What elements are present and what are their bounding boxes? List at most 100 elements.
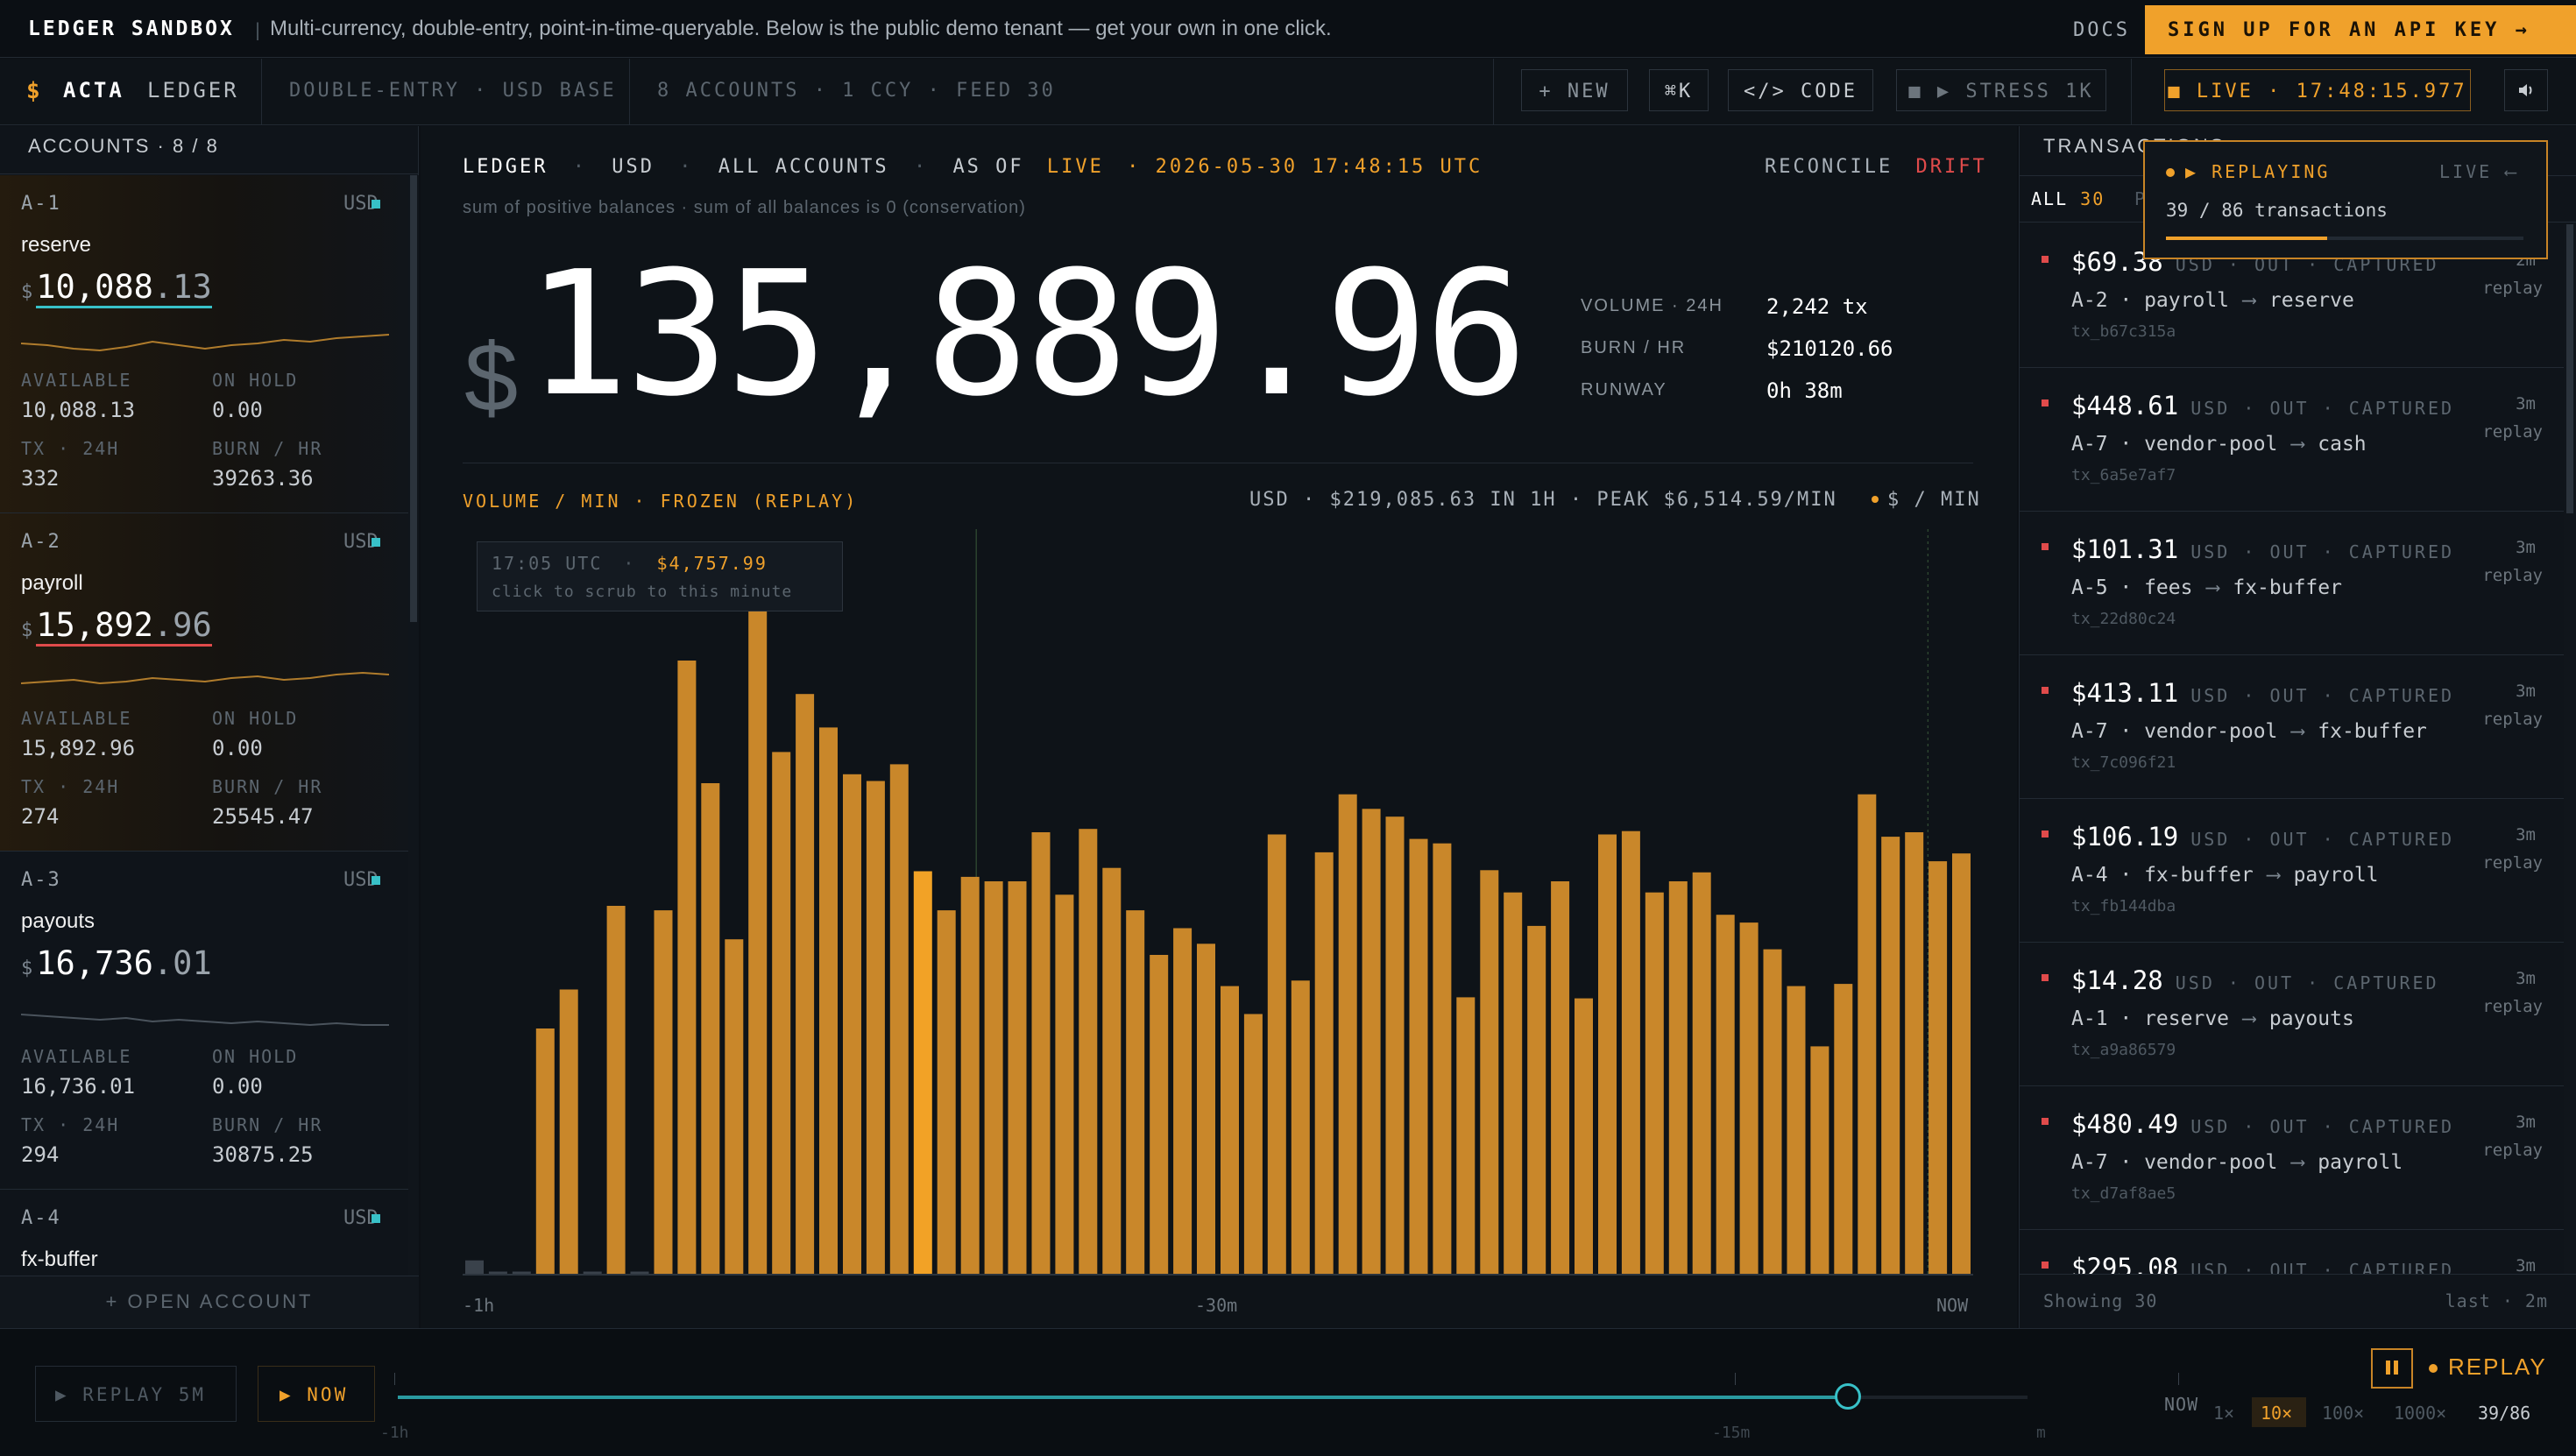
chart-bar[interactable]	[1834, 984, 1853, 1274]
chart-bar[interactable]	[1433, 843, 1452, 1274]
filter-all[interactable]: ALL 30	[2031, 188, 2105, 209]
chart-bar[interactable]	[1291, 980, 1310, 1274]
chart-bar[interactable]	[1221, 986, 1239, 1274]
chart-bar[interactable]	[1338, 794, 1357, 1274]
scrollbar-track[interactable]	[2564, 224, 2576, 1274]
scrollbar-track[interactable]	[408, 175, 419, 1279]
speed-100x[interactable]: 100×	[2322, 1403, 2364, 1424]
chart-bar[interactable]	[488, 1271, 507, 1275]
live-indicator[interactable]: LIVE	[1047, 156, 1104, 178]
chart-bar[interactable]	[1267, 834, 1286, 1275]
command-palette-button[interactable]: ⌘K	[1649, 69, 1709, 111]
chart-bar[interactable]	[889, 764, 909, 1274]
pause-icon[interactable]	[2371, 1348, 2413, 1389]
signup-api-key-button[interactable]: SIGN UP FOR AN API KEY →	[2145, 5, 2576, 54]
chart-bar[interactable]	[1031, 832, 1051, 1274]
chart-bar[interactable]	[654, 910, 673, 1274]
transaction-row[interactable]: $448.61 USD · OUT · CAPTURED A-7 · vendor…	[2019, 368, 2564, 512]
scrollbar-thumb[interactable]	[410, 175, 417, 622]
chart-bar[interactable]	[1952, 853, 1971, 1274]
chart-bar[interactable]	[1810, 1046, 1829, 1274]
chart-bar[interactable]	[1504, 892, 1523, 1274]
chart-bar[interactable]	[1055, 894, 1074, 1274]
chart-bar[interactable]	[1126, 910, 1145, 1274]
transaction-row[interactable]: $480.49 USD · OUT · CAPTURED A-7 · vendor…	[2019, 1086, 2564, 1230]
chart-bar[interactable]	[1385, 816, 1405, 1274]
code-button[interactable]: </> CODE	[1728, 69, 1873, 111]
chart-bar[interactable]	[913, 871, 932, 1275]
transaction-row[interactable]: $413.11 USD · OUT · CAPTURED A-7 · vendor…	[2019, 655, 2564, 799]
chart-bar[interactable]	[1598, 834, 1617, 1275]
chart-bar[interactable]	[1527, 925, 1546, 1274]
live-clock-button[interactable]: ■ LIVE · 17:48:15.977	[2164, 69, 2471, 111]
chart-bar[interactable]	[1575, 998, 1593, 1274]
chart-bar[interactable]	[1173, 928, 1192, 1275]
chart-bar[interactable]	[1150, 955, 1169, 1274]
chart-bar[interactable]	[1881, 837, 1900, 1274]
chart-bar[interactable]	[1480, 870, 1499, 1274]
chart-bar[interactable]	[1645, 892, 1664, 1274]
chart-bar[interactable]	[1314, 852, 1334, 1274]
scrollbar-thumb[interactable]	[2566, 224, 2573, 513]
open-account-button[interactable]: + OPEN ACCOUNT	[0, 1276, 419, 1328]
chart-bar[interactable]	[1079, 829, 1098, 1274]
account-card-a4[interactable]: A-4 USD fx-buffer	[0, 1190, 408, 1276]
chart-bar[interactable]	[843, 774, 861, 1274]
chart-bar[interactable]	[960, 876, 980, 1274]
chart-bar[interactable]	[701, 783, 720, 1274]
chart-bar[interactable]	[1621, 830, 1640, 1274]
back-to-live-button[interactable]: LIVE ⟵	[2439, 161, 2518, 182]
chart-bar[interactable]	[748, 593, 768, 1274]
chart-bar[interactable]	[1905, 832, 1924, 1274]
chart-bar[interactable]	[1763, 949, 1782, 1274]
transaction-row[interactable]: $295.08 USD · OUT · CAPTURED 3m	[2019, 1230, 2564, 1274]
account-card-a2[interactable]: A-2 USD payroll $15,892.96 AVAILABLE ON …	[0, 513, 408, 852]
chart-bar[interactable]	[772, 752, 791, 1274]
chart-bar[interactable]	[1008, 881, 1027, 1274]
chart-bar[interactable]	[535, 1028, 555, 1274]
reconcile-status[interactable]: RECONCILE DRIFT	[1765, 156, 1987, 178]
chart-bar[interactable]	[1102, 867, 1122, 1274]
transaction-row[interactable]: $106.19 USD · OUT · CAPTURED A-4 · fx-buf…	[2019, 799, 2564, 943]
chart-bar[interactable]	[1409, 838, 1428, 1274]
speed-1000x[interactable]: 1000×	[2394, 1403, 2446, 1424]
chart-bar[interactable]	[559, 989, 578, 1275]
volume-chart[interactable]	[463, 529, 1973, 1283]
timeline-track[interactable]	[398, 1396, 2028, 1399]
chart-bar[interactable]	[606, 906, 626, 1274]
chart-bar[interactable]	[819, 727, 838, 1274]
docs-link[interactable]: DOCS	[2073, 19, 2130, 41]
new-button[interactable]: + NEW	[1521, 69, 1628, 111]
chart-bar[interactable]	[1858, 794, 1877, 1274]
chart-bar[interactable]	[583, 1271, 602, 1275]
speaker-icon[interactable]	[2504, 69, 2548, 111]
chart-bar[interactable]	[725, 939, 744, 1274]
chart-bar[interactable]	[1456, 997, 1476, 1274]
chart-bar[interactable]	[630, 1271, 649, 1275]
transaction-row[interactable]: $101.31 USD · OUT · CAPTURED A-5 · fees ⟶ f…	[2019, 512, 2564, 655]
chart-bar[interactable]	[1362, 809, 1381, 1274]
chart-bar[interactable]	[1692, 872, 1711, 1274]
chart-bar[interactable]	[1716, 915, 1735, 1274]
chart-bar[interactable]	[937, 910, 956, 1274]
crumb-ledger[interactable]: LEDGER	[463, 156, 548, 178]
chart-bar[interactable]	[1243, 1014, 1263, 1275]
chart-bar[interactable]	[796, 694, 815, 1274]
timeline-handle[interactable]	[1835, 1383, 1862, 1410]
crumb-accounts[interactable]: ALL ACCOUNTS	[718, 156, 889, 178]
chart-bar[interactable]	[465, 1260, 484, 1274]
chart-bar[interactable]	[984, 881, 1003, 1274]
chart-bar[interactable]	[1928, 861, 1948, 1274]
now-button[interactable]: ▶ NOW	[258, 1366, 375, 1422]
account-card-a3[interactable]: A-3 USD payouts $16,736.01 AVAILABLE ON …	[0, 852, 408, 1190]
chart-bar[interactable]	[1739, 922, 1759, 1274]
replay-5m-button[interactable]: ▶ REPLAY 5M	[35, 1366, 237, 1422]
chart-bar[interactable]	[1668, 881, 1688, 1274]
stress-test-button[interactable]: ■ ▶ STRESS 1K	[1896, 69, 2106, 111]
chart-bar[interactable]	[1551, 881, 1570, 1274]
speed-10x[interactable]: 10×	[2252, 1397, 2306, 1427]
chart-bar[interactable]	[677, 661, 697, 1274]
transaction-row[interactable]: $14.28 USD · OUT · CAPTURED A-1 · reserve…	[2019, 943, 2564, 1086]
chart-bar[interactable]	[512, 1271, 531, 1275]
account-card-a1[interactable]: A-1 USD reserve $10,088.13 AVAILABLE ON …	[0, 175, 408, 513]
